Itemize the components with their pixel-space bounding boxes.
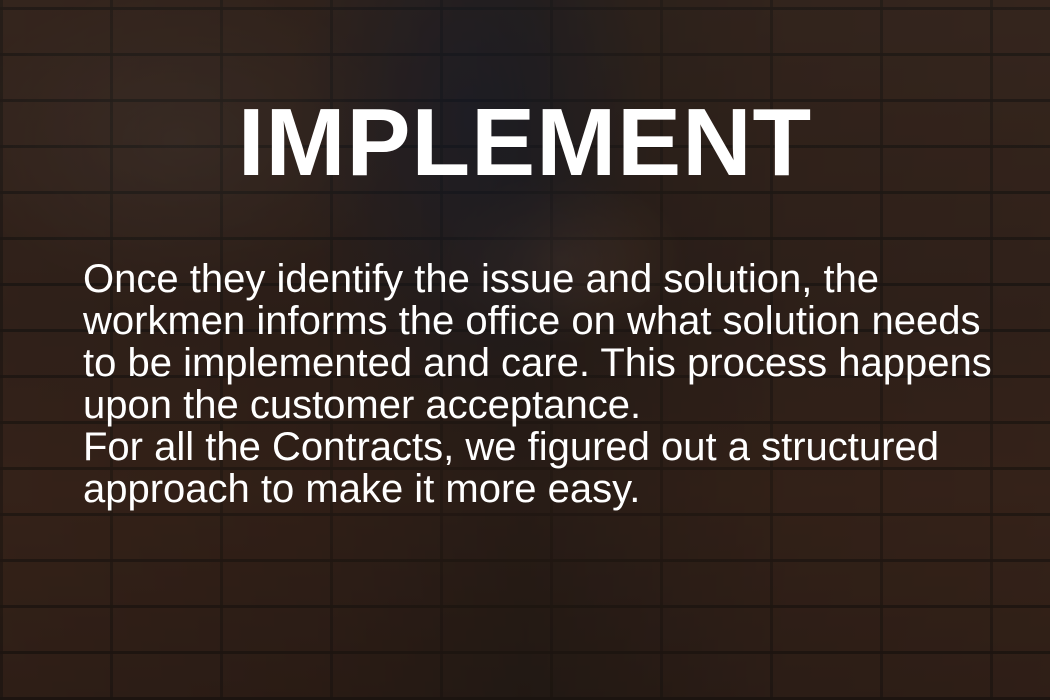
body-paragraph: For all the Contracts, we figured out a … — [83, 425, 939, 511]
slide-body: Once they identify the issue and solutio… — [83, 258, 1003, 510]
body-paragraph: Once they identify the issue and solutio… — [83, 257, 992, 427]
slide: IMPLEMENT Once they identify the issue a… — [0, 0, 1050, 700]
slide-title: IMPLEMENT — [237, 89, 813, 196]
